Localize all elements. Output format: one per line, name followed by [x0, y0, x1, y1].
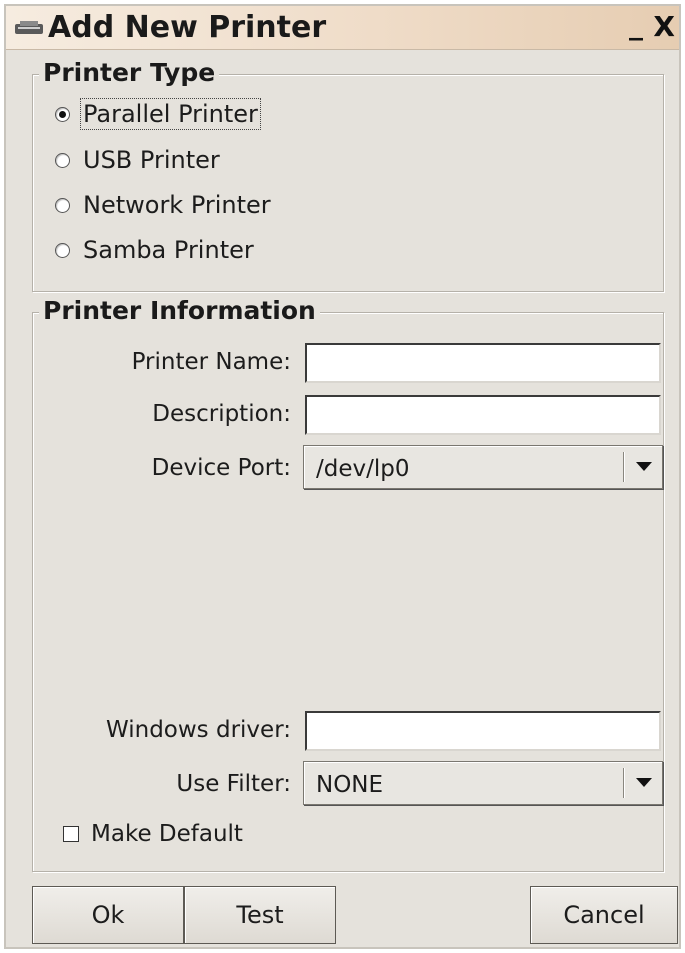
printer-information-legend: Printer Information — [39, 295, 320, 327]
ok-button[interactable]: Ok — [32, 886, 184, 944]
radio-label: USB Printer — [83, 146, 220, 174]
printer-type-legend: Printer Type — [39, 57, 220, 89]
dropdown-separator — [623, 768, 624, 798]
device-port-label: Device Port: — [151, 455, 291, 481]
printer-type-group: Printer Type Parallel Printer USB Printe… — [32, 57, 664, 292]
radio-label: Samba Printer — [83, 236, 254, 264]
radio-network-printer[interactable]: Network Printer — [55, 188, 273, 222]
windows-driver-label: Windows driver: — [106, 717, 291, 743]
radio-button[interactable] — [55, 152, 70, 168]
radio-button-selected[interactable] — [55, 106, 70, 122]
make-default-checkbox[interactable] — [63, 826, 79, 842]
make-default-label: Make Default — [91, 821, 243, 847]
radio-label: Network Printer — [83, 191, 271, 219]
chevron-down-icon[interactable] — [636, 462, 652, 471]
radio-samba-printer[interactable]: Samba Printer — [55, 233, 256, 267]
device-port-value: /dev/lp0 — [316, 456, 410, 482]
use-filter-value: NONE — [316, 772, 384, 798]
printer-icon — [15, 21, 43, 34]
title-bar[interactable]: Add New Printer _ X — [6, 6, 679, 50]
make-default-row[interactable]: Make Default — [63, 819, 243, 849]
dropdown-separator — [623, 452, 624, 482]
minimize-button[interactable]: _ — [629, 10, 643, 40]
printer-information-group: Printer Information Printer Name: Descri… — [32, 295, 664, 872]
use-filter-dropdown[interactable]: NONE — [303, 761, 663, 805]
radio-parallel-printer[interactable]: Parallel Printer — [55, 97, 261, 131]
description-input[interactable] — [305, 395, 661, 435]
device-port-dropdown[interactable]: /dev/lp0 — [303, 445, 663, 489]
radio-label: Parallel Printer — [80, 98, 261, 130]
printer-name-input[interactable] — [305, 343, 661, 383]
radio-button[interactable] — [55, 242, 70, 258]
radio-usb-printer[interactable]: USB Printer — [55, 143, 222, 177]
window-title: Add New Printer — [48, 10, 327, 45]
chevron-down-icon[interactable] — [636, 778, 652, 787]
use-filter-label: Use Filter: — [176, 771, 291, 797]
radio-button[interactable] — [55, 197, 70, 213]
cancel-button[interactable]: Cancel — [530, 886, 678, 944]
close-button[interactable]: X — [653, 12, 675, 42]
description-label: Description: — [152, 401, 291, 427]
test-button[interactable]: Test — [184, 886, 336, 944]
add-new-printer-window: Add New Printer _ X Printer Type Paralle… — [4, 4, 681, 949]
printer-name-label: Printer Name: — [131, 349, 291, 375]
windows-driver-input[interactable] — [305, 711, 661, 751]
